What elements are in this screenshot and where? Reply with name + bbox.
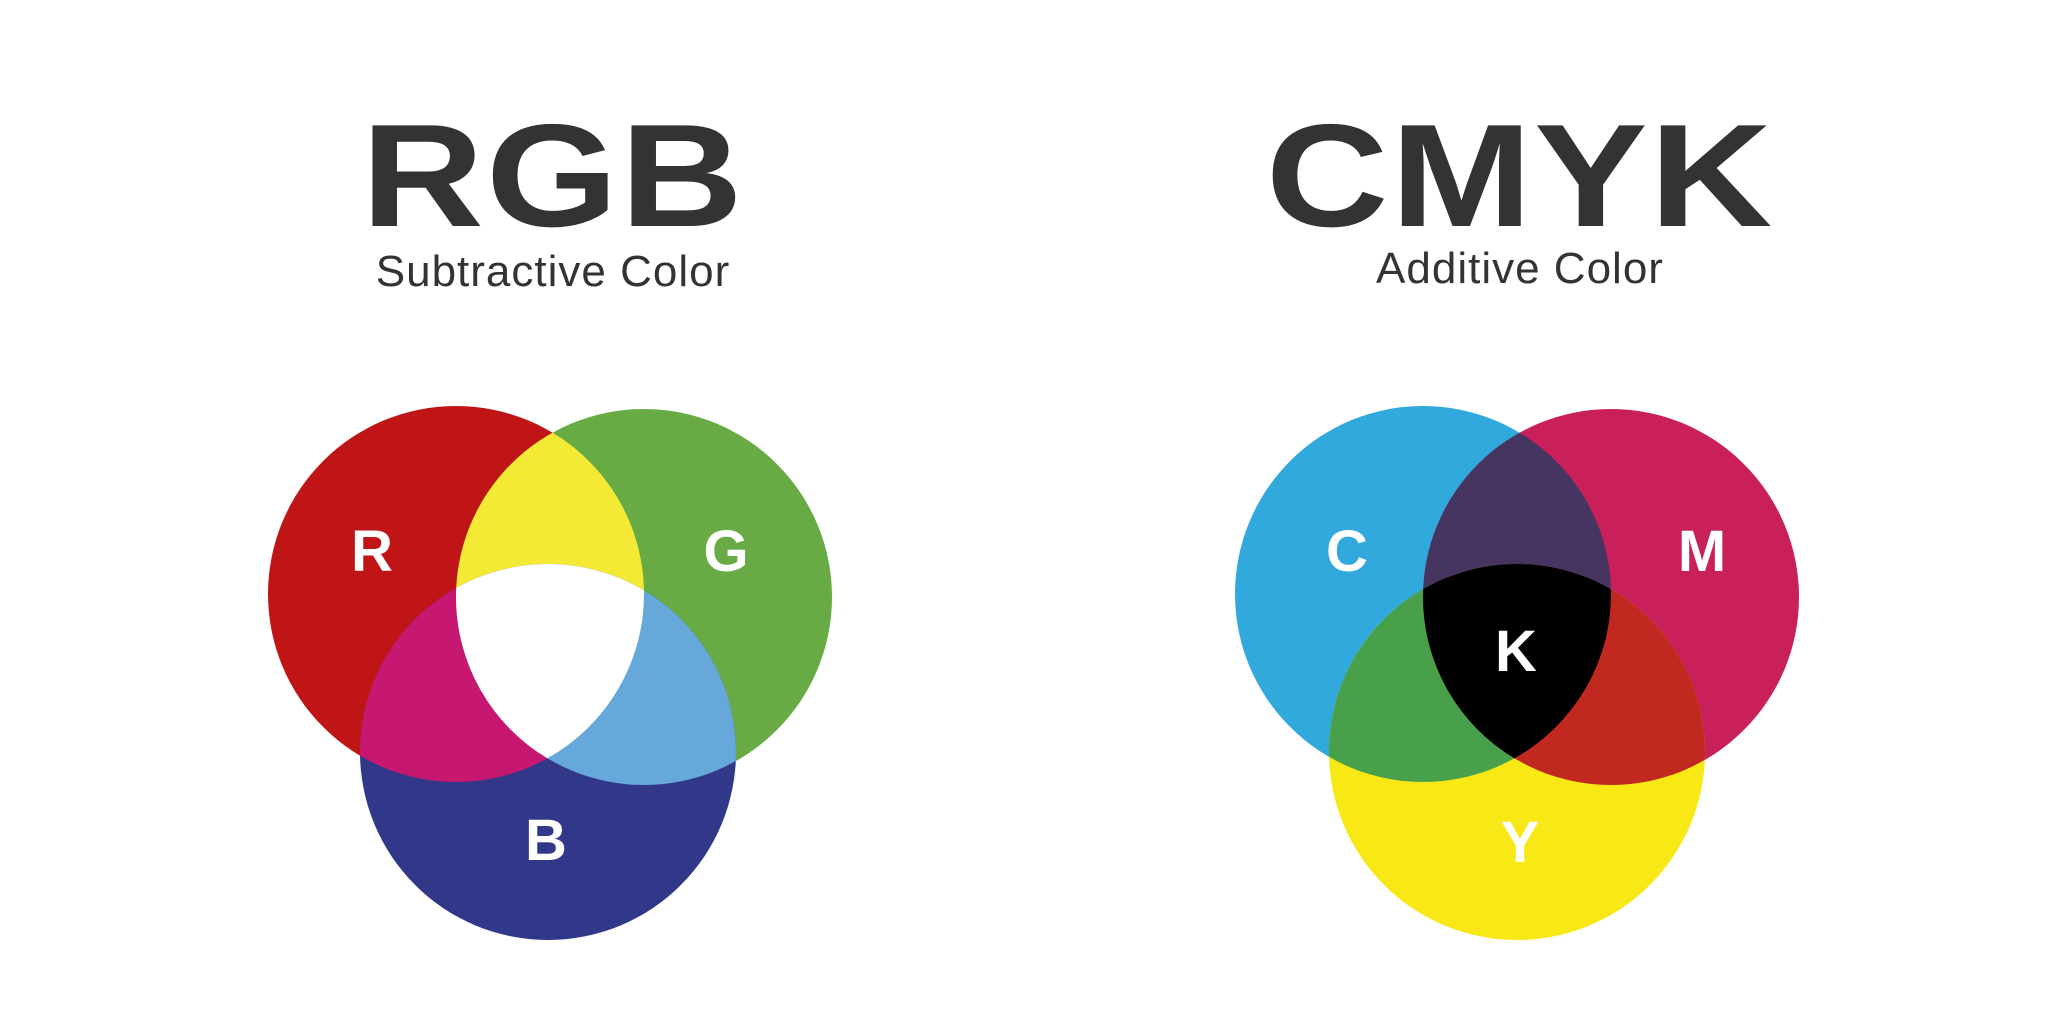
green-label: G	[703, 519, 748, 584]
blue-label: B	[525, 808, 567, 873]
yellow-label: Y	[1501, 810, 1540, 875]
red-label: R	[351, 519, 393, 584]
magenta-label: M	[1678, 519, 1726, 584]
cyan-label: C	[1326, 519, 1368, 584]
cmyk-venn-diagram: C M Y K	[1235, 406, 1799, 940]
rgb-venn-diagram: R G B	[268, 406, 832, 940]
color-models-diagram: R G B C M Y K	[268, 406, 1799, 940]
black-label: K	[1495, 619, 1537, 684]
